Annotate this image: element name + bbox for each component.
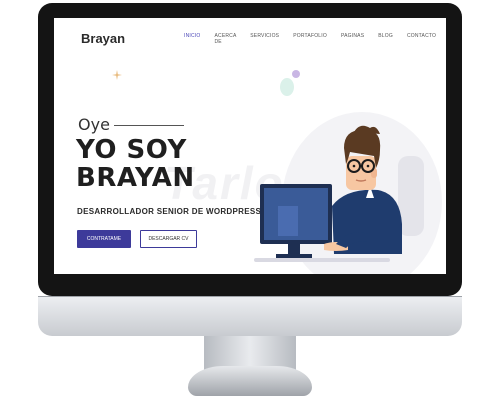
hero-title: YO SOY BRAYAN <box>76 136 195 192</box>
developer-illustration <box>254 112 442 274</box>
download-cv-button[interactable]: DESCARGAR CV <box>140 230 197 248</box>
site-logo[interactable]: Brayan <box>81 31 125 46</box>
sparkle-icon <box>112 70 122 80</box>
nav-item-paginas[interactable]: PAGINAS <box>341 33 364 45</box>
hero-subtitle: DESARROLLADOR SENIOR DE WORDPRESS <box>77 207 262 216</box>
monitor-chin <box>38 296 462 336</box>
hero-greeting: Oye <box>78 115 110 134</box>
greeting-divider <box>114 125 184 126</box>
nav-item-blog[interactable]: BLOG <box>378 33 393 45</box>
hero-title-line-2: BRAYAN <box>76 163 195 193</box>
hero-title-line-1: YO SOY <box>76 135 187 165</box>
website-screen: Brayan INICIO ACERCA DE SERVICIOS PORTAF… <box>54 18 446 274</box>
nav-item-acerca-de[interactable]: ACERCA DE <box>214 33 236 45</box>
nav-item-inicio[interactable]: INICIO <box>184 33 200 45</box>
nav-item-contacto[interactable]: CONTACTO <box>407 33 436 45</box>
monitor-stand-neck <box>204 336 296 370</box>
main-nav: INICIO ACERCA DE SERVICIOS PORTAFOLIO PA… <box>184 33 446 45</box>
nav-item-portafolio[interactable]: PORTAFOLIO <box>293 33 327 45</box>
monitor-stand-base <box>188 366 312 396</box>
hire-me-button[interactable]: CONTRATAME <box>77 230 131 248</box>
nav-item-servicios[interactable]: SERVICIOS <box>250 33 279 45</box>
decor-dot-purple <box>292 70 300 78</box>
